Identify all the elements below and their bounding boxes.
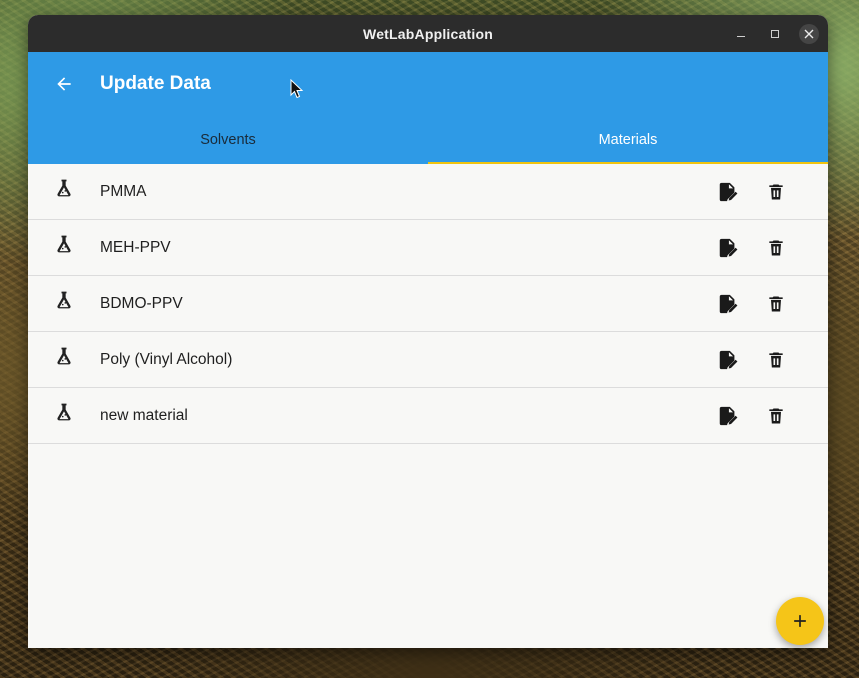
arrow-back-icon — [57, 77, 71, 91]
edit-button[interactable] — [710, 230, 746, 266]
window-title: WetLabApplication — [363, 25, 493, 42]
maximize-icon — [771, 29, 779, 38]
mouse-cursor — [290, 79, 304, 99]
material-name: Poly (Vinyl Alcohol) — [100, 350, 233, 368]
maximize-button[interactable] — [765, 24, 785, 44]
material-name: MEH-PPV — [100, 238, 171, 256]
trash-icon — [769, 352, 783, 367]
tab-materials[interactable]: Materials — [428, 116, 828, 164]
trash-icon — [769, 184, 783, 199]
delete-button[interactable] — [758, 230, 794, 266]
material-row[interactable]: MEH-PPV — [28, 220, 828, 276]
close-button[interactable] — [799, 23, 819, 44]
add-material-button[interactable] — [776, 597, 824, 645]
edit-button[interactable] — [710, 174, 746, 210]
flask-icon — [28, 388, 100, 444]
edit-button[interactable] — [710, 286, 746, 322]
tab-solvents[interactable]: Solvents — [28, 116, 428, 164]
delete-button[interactable] — [758, 342, 794, 378]
delete-button[interactable] — [758, 174, 794, 210]
tab-bar: Solvents Materials — [28, 116, 828, 164]
minimize-icon — [737, 36, 745, 37]
material-name: PMMA — [100, 182, 147, 200]
edit-document-icon — [719, 182, 738, 201]
material-name: new material — [100, 406, 188, 424]
delete-button[interactable] — [758, 286, 794, 322]
close-icon — [804, 29, 814, 38]
flask-icon — [28, 276, 100, 332]
materials-list: PMMA MEH-PPV BDMO-PPV Poly (Vinyl Alcoho… — [28, 164, 828, 444]
window-controls — [717, 15, 819, 52]
trash-icon — [769, 240, 783, 255]
edit-document-icon — [719, 238, 738, 257]
flask-icon — [28, 220, 100, 276]
flask-icon — [28, 164, 100, 220]
edit-document-icon — [719, 294, 738, 313]
material-row[interactable]: PMMA — [28, 164, 828, 220]
material-name: BDMO-PPV — [100, 294, 183, 312]
trash-icon — [769, 296, 783, 311]
edit-button[interactable] — [710, 398, 746, 434]
app-window: WetLabApplication Update Data Solvents M… — [28, 15, 828, 648]
back-button[interactable] — [36, 56, 92, 112]
app-bar: Update Data Solvents Materials — [28, 52, 828, 164]
flask-icon — [28, 332, 100, 388]
plus-icon — [794, 615, 806, 627]
edit-document-icon — [719, 406, 738, 425]
material-row[interactable]: Poly (Vinyl Alcohol) — [28, 332, 828, 388]
trash-icon — [769, 408, 783, 423]
minimize-button[interactable] — [731, 24, 751, 44]
delete-button[interactable] — [758, 398, 794, 434]
page-title: Update Data — [100, 73, 211, 94]
material-row[interactable]: new material — [28, 388, 828, 444]
edit-button[interactable] — [710, 342, 746, 378]
window-titlebar[interactable]: WetLabApplication — [28, 15, 828, 52]
edit-document-icon — [719, 350, 738, 369]
material-row[interactable]: BDMO-PPV — [28, 276, 828, 332]
